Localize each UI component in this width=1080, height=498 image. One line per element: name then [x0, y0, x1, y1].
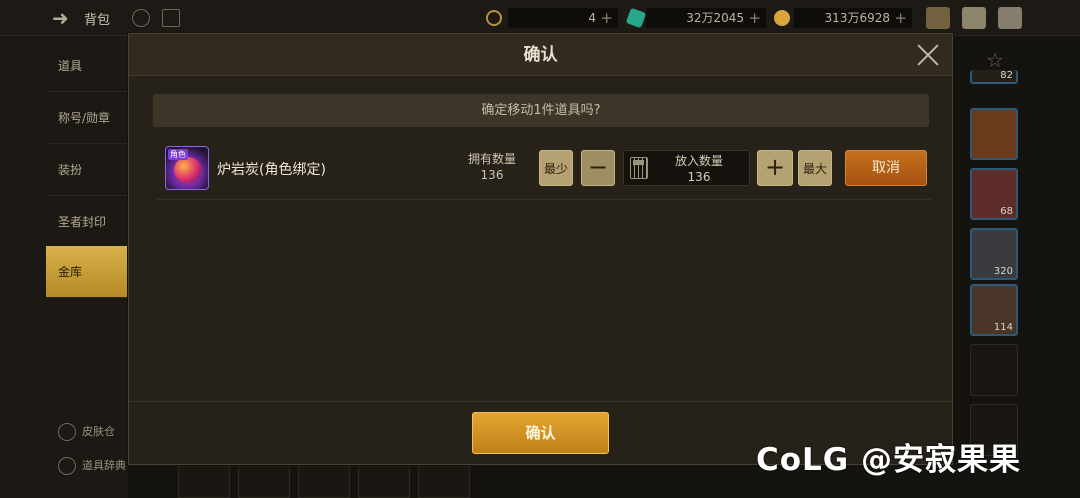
inventory-slot[interactable]: 68 [970, 168, 1018, 220]
inventory-slot[interactable] [970, 344, 1018, 396]
inventory-slot[interactable] [298, 460, 350, 498]
resource-moon[interactable]: 4 + [508, 8, 618, 28]
confirm-dialog: 确认 确定移动1件道具吗? 角色 炉岩炭(角色绑定) 拥有数量 136 最少 −… [128, 33, 953, 465]
sidebar: 道具 称号/勋章 装扮 圣者封印 金库 皮肤仓 道具辞典 [0, 36, 128, 498]
item-name: 炉岩炭(角色绑定) [217, 162, 326, 178]
owned-quantity-label: 拥有数量 [467, 152, 516, 166]
inventory-slot[interactable]: 82 [970, 70, 1018, 84]
mail-icon[interactable] [962, 7, 986, 29]
quantity-label: 放入数量 [674, 154, 723, 168]
dictionary-icon [58, 457, 76, 475]
sidebar-item-titles[interactable]: 称号/勋章 [46, 92, 128, 144]
footer-divider [129, 401, 952, 402]
top-bar: ➜ 背包 4 + 32万2045 + 313万6928 + [0, 0, 1080, 36]
cancel-button[interactable]: 取消 [845, 150, 927, 186]
currency-moon-icon [486, 10, 502, 26]
confirm-button[interactable]: 确认 [472, 412, 609, 454]
item-row: 角色 炉岩炭(角色绑定) 拥有数量 136 最少 − 放入数量 136 + 最大… [157, 142, 931, 200]
lava-coal-item-icon: 角色 [165, 146, 209, 190]
back-arrow-icon[interactable]: ➜ [52, 7, 74, 29]
resource-gold[interactable]: 313万6928 + [794, 8, 912, 28]
skin-storage-icon [58, 423, 76, 441]
inventory-slot[interactable] [238, 460, 290, 498]
skin-storage-link[interactable]: 皮肤仓 [58, 423, 115, 441]
inventory-slot[interactable] [358, 460, 410, 498]
chat-icon[interactable] [998, 7, 1022, 29]
dialog-title: 确认 [523, 45, 558, 65]
watermark: CoLG @安寂果果 [756, 442, 1022, 478]
dialog-header: 确认 [129, 34, 952, 76]
shop-icon[interactable] [926, 7, 950, 29]
item-dictionary-link[interactable]: 道具辞典 [58, 457, 126, 475]
inventory-slot[interactable] [178, 460, 230, 498]
inventory-slot[interactable]: 320 [970, 228, 1018, 280]
character-bound-tag: 角色 [168, 149, 188, 160]
sidebar-item-avatar[interactable]: 装扮 [46, 144, 128, 196]
confirm-question: 确定移动1件道具吗? [153, 94, 929, 127]
close-icon[interactable] [916, 43, 940, 67]
sidebar-item-vault[interactable]: 金库 [46, 246, 128, 298]
decrease-button[interactable]: − [581, 150, 615, 186]
inventory-slot[interactable] [970, 108, 1018, 160]
min-button[interactable]: 最少 [539, 150, 573, 186]
page-title: 背包 [84, 13, 111, 28]
owned-quantity-value: 136 [480, 168, 504, 182]
owned-quantity: 拥有数量 136 [457, 151, 527, 183]
quantity-value: 136 [687, 170, 711, 184]
gold-coin-icon [774, 10, 790, 26]
inventory-grid: 82 68 320 114 [956, 44, 1080, 498]
calculator-icon[interactable] [630, 157, 648, 179]
resource-gems[interactable]: 32万2045 + [646, 8, 766, 28]
quantity-input[interactable]: 放入数量 136 [623, 150, 750, 186]
sidebar-item-items[interactable]: 道具 [46, 40, 128, 92]
filter-icon[interactable] [162, 9, 180, 27]
max-button[interactable]: 最大 [798, 150, 832, 186]
increase-button[interactable]: + [757, 150, 793, 186]
eye-icon[interactable] [132, 9, 150, 27]
inventory-slot[interactable]: 114 [970, 284, 1018, 336]
inventory-slot[interactable] [418, 460, 470, 498]
gem-icon [625, 7, 647, 29]
sidebar-item-seal[interactable]: 圣者封印 [46, 196, 128, 248]
